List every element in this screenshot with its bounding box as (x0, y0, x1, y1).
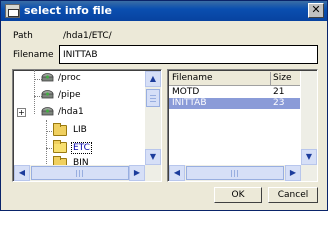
drive-icon (41, 107, 54, 116)
file-size: 23 (273, 98, 285, 108)
list-header: Filename Size (169, 71, 300, 86)
tree-item-etc[interactable]: ETC (53, 140, 141, 156)
tree-item-label: /proc (58, 73, 81, 83)
tree-connector (46, 131, 52, 132)
cancel-button[interactable]: Cancel (268, 187, 318, 203)
title-bar[interactable]: select info file ✕ (1, 1, 327, 21)
expand-toggle[interactable]: + (17, 108, 26, 117)
scroll-down-button[interactable]: ▼ (145, 149, 161, 165)
tree-item-lib[interactable]: LIB (53, 123, 141, 139)
filename-label: Filename (13, 50, 54, 60)
file-name: MOTD (172, 87, 200, 97)
drive-icon (41, 73, 54, 82)
window-icon (5, 4, 20, 18)
tree-item-label: /pipe (58, 90, 81, 100)
ok-button[interactable]: OK (214, 187, 262, 203)
close-button[interactable]: ✕ (308, 3, 324, 18)
scroll-right-button[interactable]: ▶ (285, 165, 301, 181)
tree-connector (46, 120, 47, 170)
filename-input[interactable] (59, 45, 318, 64)
tree-horizontal-scrollbar[interactable]: ◀ ▶ (14, 165, 161, 181)
column-header-size[interactable]: Size (273, 73, 291, 83)
folder-open-icon (53, 140, 67, 153)
path-value: /hda1/ETC/ (63, 31, 112, 41)
tree-item-proc[interactable]: /proc (31, 71, 141, 87)
scroll-left-button[interactable]: ◀ (169, 165, 185, 181)
list-vertical-scrollbar[interactable]: ▼ (301, 71, 317, 165)
scroll-thumb[interactable] (146, 89, 160, 107)
file-list[interactable]: Filename Size MOTD 21 INITTAB 23 ▼ ◀ ▶ (167, 69, 318, 182)
column-header-filename[interactable]: Filename (172, 73, 213, 83)
scroll-right-button[interactable]: ▶ (129, 165, 145, 181)
tree-item-pipe[interactable]: /pipe (31, 88, 141, 104)
list-horizontal-scrollbar[interactable]: ◀ ▶ (169, 165, 317, 181)
file-name: INITTAB (172, 98, 207, 108)
file-size: 21 (273, 87, 285, 97)
scroll-thumb[interactable] (31, 166, 129, 180)
scroll-thumb[interactable] (186, 166, 284, 180)
scroll-up-button[interactable]: ▲ (145, 71, 161, 87)
path-label: Path (13, 31, 33, 41)
file-row[interactable]: MOTD 21 (169, 87, 300, 98)
file-row-selected[interactable]: INITTAB 23 (169, 98, 300, 109)
tree-connector (46, 148, 52, 149)
directory-tree[interactable]: /proc /pipe + /hda1 LIB ETC BIN ▲ ▼ ◀ ▶ (12, 69, 162, 182)
tree-item-label: /hda1 (58, 107, 84, 117)
window-title: select info file (24, 4, 113, 17)
tree-item-label: LIB (73, 125, 87, 135)
tree-vertical-scrollbar[interactable]: ▲ ▼ (145, 71, 161, 165)
dialog-window: select info file ✕ Path /hda1/ETC/ Filen… (0, 0, 328, 211)
scroll-left-button[interactable]: ◀ (14, 165, 30, 181)
tree-item-label: ETC (71, 142, 92, 154)
folder-icon (53, 123, 67, 136)
tree-item-hda1[interactable]: + /hda1 (17, 105, 141, 121)
column-separator[interactable] (270, 72, 271, 85)
drive-icon (41, 90, 54, 99)
scroll-down-button[interactable]: ▼ (301, 149, 317, 165)
